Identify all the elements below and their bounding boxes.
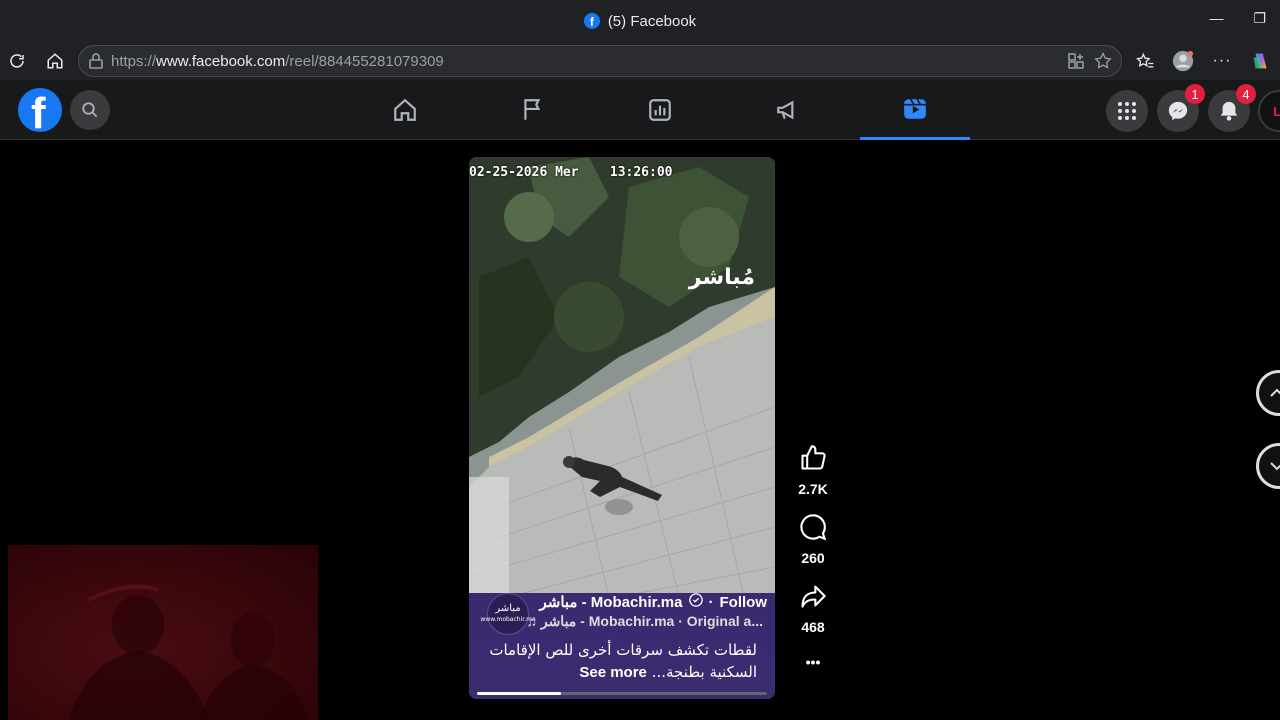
like-count: 2.7K bbox=[798, 481, 828, 497]
tab-reels[interactable] bbox=[860, 80, 970, 140]
site-info-icon[interactable] bbox=[89, 53, 103, 73]
dot-separator: · bbox=[708, 593, 714, 611]
app-available-icon[interactable] bbox=[1067, 52, 1085, 74]
chevron-up-icon bbox=[1270, 388, 1280, 397]
video-watermark: مُباشر bbox=[688, 265, 755, 290]
profile-initials: LI bbox=[1273, 103, 1280, 119]
video-progress-bar[interactable] bbox=[477, 692, 767, 695]
grid-menu-icon bbox=[1118, 102, 1136, 120]
reel-caption: لقطات تكشف سرقات أخرى للص الإقامات السكن… bbox=[477, 639, 757, 684]
share-arrow-icon bbox=[801, 585, 826, 608]
messenger-badge: 1 bbox=[1185, 84, 1205, 104]
bell-icon bbox=[1220, 101, 1238, 121]
messenger-icon bbox=[1168, 101, 1188, 121]
video-timestamp: 02-25-2026 Mer 13:26:00 bbox=[469, 165, 673, 180]
url-host: www.facebook.com bbox=[156, 52, 286, 70]
more-options-icon[interactable]: ••• bbox=[794, 654, 832, 670]
author-avatar[interactable]: مباشر www.mobachir.ma bbox=[480, 593, 536, 635]
author-name[interactable]: مباشر - Mobachir.ma bbox=[539, 593, 682, 611]
megaphone-icon bbox=[777, 100, 794, 120]
reel-video[interactable]: 02-25-2026 Mer 13:26:00 مُباشر مباشر www… bbox=[469, 157, 775, 699]
window-controls: — ❐ bbox=[1209, 10, 1266, 27]
home-icon bbox=[394, 98, 416, 121]
notifications-badge: 4 bbox=[1236, 84, 1256, 104]
comment-button[interactable]: 260 bbox=[794, 513, 832, 566]
window-title: f (5) Facebook bbox=[583, 12, 697, 30]
flag-icon bbox=[524, 99, 541, 120]
previous-reel-button[interactable] bbox=[1256, 370, 1280, 416]
profile-avatar-icon[interactable] bbox=[1172, 50, 1194, 72]
favorite-star-icon[interactable] bbox=[1093, 51, 1113, 75]
tab-ads[interactable] bbox=[733, 80, 843, 140]
favorites-icon[interactable] bbox=[1134, 50, 1156, 72]
video-progress-fill bbox=[477, 692, 562, 695]
like-button[interactable]: 2.7K bbox=[794, 444, 832, 497]
audio-line[interactable]: ♫ مباشر - Mobachir.ma · Original a... bbox=[526, 613, 763, 630]
author-line: مباشر - Mobachir.ma · Follow bbox=[539, 593, 767, 611]
music-note-icon: ♫ bbox=[526, 613, 537, 629]
webcam-frame bbox=[8, 545, 318, 720]
browser-toolbar: https://www.facebook.com/reel/8844552810… bbox=[0, 42, 1280, 80]
verified-icon bbox=[688, 593, 703, 611]
notifications-button[interactable]: 4 bbox=[1208, 84, 1256, 132]
audio-text: مباشر - Mobachir.ma · Original a... bbox=[540, 613, 763, 629]
comment-icon bbox=[800, 514, 827, 541]
window-title-text: (5) Facebook bbox=[607, 12, 697, 30]
see-more-link[interactable]: See more bbox=[579, 664, 647, 681]
reel-info-panel: مباشر www.mobachir.ma مباشر - Mobachir.m… bbox=[469, 593, 775, 699]
thumbs-up-icon bbox=[801, 445, 826, 470]
minimize-icon[interactable]: — bbox=[1209, 10, 1223, 27]
chart-icon bbox=[649, 99, 671, 121]
share-count: 468 bbox=[801, 619, 825, 635]
menu-button[interactable] bbox=[1106, 90, 1148, 132]
search-icon bbox=[82, 102, 98, 118]
url-scheme: https:// bbox=[111, 52, 157, 70]
address-bar[interactable]: https://www.facebook.com/reel/8844552810… bbox=[78, 45, 1122, 77]
comment-count: 260 bbox=[801, 550, 825, 566]
reels-icon bbox=[904, 98, 926, 119]
more-menu-icon[interactable]: ··· bbox=[1211, 50, 1233, 72]
browser-titlebar: f (5) Facebook — ❐ bbox=[0, 0, 1280, 42]
copilot-icon[interactable] bbox=[1250, 50, 1272, 72]
restore-icon[interactable]: ❐ bbox=[1253, 10, 1266, 27]
home-icon[interactable] bbox=[44, 50, 66, 72]
facebook-header: f 1 4 LI bbox=[0, 80, 1280, 140]
tab-home[interactable] bbox=[350, 80, 460, 140]
url-path: /reel/884455281079309 bbox=[285, 52, 444, 70]
next-reel-button[interactable] bbox=[1256, 443, 1280, 489]
webcam-overlay bbox=[8, 545, 318, 720]
tab-pages[interactable] bbox=[478, 80, 588, 140]
search-button[interactable] bbox=[70, 90, 110, 130]
profile-button[interactable]: LI bbox=[1258, 90, 1280, 132]
share-button[interactable]: 468 bbox=[794, 582, 832, 635]
messenger-button[interactable]: 1 bbox=[1157, 84, 1205, 132]
facebook-favicon-icon: f bbox=[583, 13, 600, 29]
facebook-logo[interactable]: f bbox=[18, 88, 62, 132]
reload-icon[interactable] bbox=[6, 50, 28, 72]
tab-dashboard[interactable] bbox=[605, 80, 715, 140]
follow-button[interactable]: Follow bbox=[720, 594, 768, 611]
chevron-down-icon bbox=[1270, 462, 1280, 471]
